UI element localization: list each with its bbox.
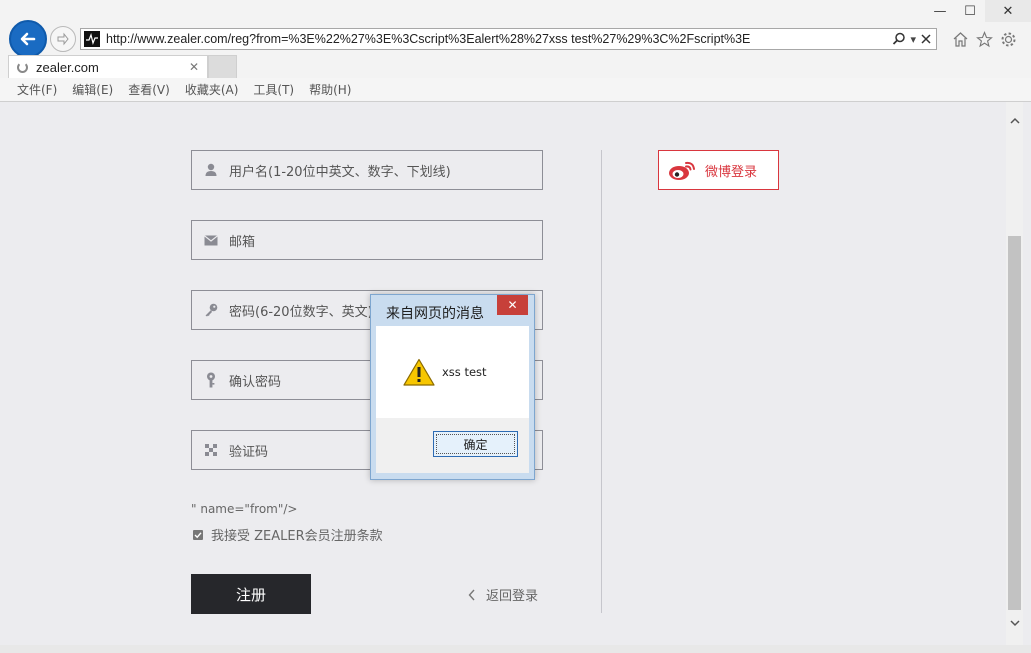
warning-icon <box>403 358 435 386</box>
captcha-placeholder: 验证码 <box>229 444 269 460</box>
alert-dialog: 来自网页的消息 ✕ xss test 确定 <box>370 294 535 480</box>
password-placeholder: 密码(6-20位数字、英文) <box>229 304 373 320</box>
gear-icon[interactable] <box>999 30 1017 48</box>
forward-button[interactable] <box>50 26 76 52</box>
chevron-up-icon[interactable] <box>1006 112 1023 129</box>
weibo-icon <box>669 161 695 180</box>
email-field[interactable]: 邮箱 <box>191 220 543 260</box>
back-to-login-label: 返回登录 <box>486 589 539 604</box>
browser-chrome: — ☐ ✕ http://www.zealer.com/reg?from=%3E… <box>0 0 1031 102</box>
back-to-login-link[interactable]: 返回登录 <box>468 585 538 604</box>
dialog-body: xss test <box>376 326 529 418</box>
search-icon[interactable] <box>892 32 906 46</box>
register-button[interactable]: 注册 <box>191 574 311 614</box>
minimize-button[interactable]: — <box>925 0 955 22</box>
menu-edit[interactable]: 编辑(E) <box>72 81 113 98</box>
weibo-login-label: 微博登录 <box>705 164 758 180</box>
key-icon <box>203 302 219 318</box>
url-text[interactable]: http://www.zealer.com/reg?from=%3E%22%27… <box>106 32 892 46</box>
menu-file[interactable]: 文件(F) <box>17 81 57 98</box>
vertical-scrollbar[interactable] <box>1006 102 1023 645</box>
maximize-button[interactable]: ☐ <box>955 0 985 22</box>
chevron-left-icon <box>468 589 475 600</box>
dropdown-arrow-icon[interactable]: ▾ <box>910 33 916 46</box>
tab-close-icon[interactable]: ✕ <box>189 60 199 74</box>
window-bottom-edge <box>0 645 1031 653</box>
tab-title: zealer.com <box>36 59 99 75</box>
agree-checkbox[interactable] <box>193 529 203 540</box>
agree-label[interactable]: 我接受 ZEALER会员注册条款 <box>211 525 383 544</box>
arrow-right-icon <box>57 32 69 46</box>
key-vertical-icon <box>203 372 219 388</box>
menu-view[interactable]: 查看(V) <box>128 81 170 98</box>
menu-favorites[interactable]: 收藏夹(A) <box>185 81 239 98</box>
menu-bar: 文件(F) 编辑(E) 查看(V) 收藏夹(A) 工具(T) 帮助(H) <box>0 78 1031 101</box>
dialog-close-button[interactable]: ✕ <box>497 295 528 315</box>
site-favicon-icon <box>84 31 100 47</box>
new-tab-button[interactable] <box>208 55 237 78</box>
menu-help[interactable]: 帮助(H) <box>309 81 351 98</box>
email-placeholder: 邮箱 <box>229 234 256 250</box>
leaked-attribute-text: " name="from"/> <box>191 502 298 516</box>
agree-terms[interactable]: 我接受 ZEALER会员注册条款 <box>193 525 383 544</box>
tab-zealer[interactable]: zealer.com ✕ <box>8 55 208 78</box>
dialog-footer: 确定 <box>376 418 529 473</box>
confirm-password-placeholder: 确认密码 <box>229 374 282 390</box>
vertical-divider <box>601 150 602 613</box>
menu-tools[interactable]: 工具(T) <box>253 81 294 98</box>
dialog-title: 来自网页的消息 <box>386 306 484 322</box>
browser-toolbar-right <box>951 30 1017 48</box>
username-placeholder: 用户名(1-20位中英文、数字、下划线) <box>229 164 451 180</box>
favorites-star-icon[interactable] <box>975 30 993 48</box>
username-field[interactable]: 用户名(1-20位中英文、数字、下划线) <box>191 150 543 190</box>
window-controls: — ☐ ✕ <box>925 0 1031 22</box>
address-tools: ▾ <box>892 32 936 46</box>
captcha-icon <box>203 442 219 458</box>
envelope-icon <box>203 232 219 248</box>
loading-spinner-icon <box>17 61 28 73</box>
back-button[interactable] <box>9 20 47 58</box>
home-icon[interactable] <box>951 30 969 48</box>
scrollbar-thumb[interactable] <box>1008 236 1021 610</box>
dialog-ok-button[interactable]: 确定 <box>433 431 518 457</box>
user-icon <box>203 162 219 178</box>
close-window-button[interactable]: ✕ <box>985 0 1031 22</box>
weibo-login-button[interactable]: 微博登录 <box>658 150 779 190</box>
arrow-left-icon <box>20 32 36 46</box>
dialog-message: xss test <box>442 365 487 379</box>
address-bar[interactable]: http://www.zealer.com/reg?from=%3E%22%27… <box>80 28 937 50</box>
chevron-down-icon[interactable] <box>1006 614 1023 631</box>
stop-icon[interactable] <box>920 33 932 45</box>
